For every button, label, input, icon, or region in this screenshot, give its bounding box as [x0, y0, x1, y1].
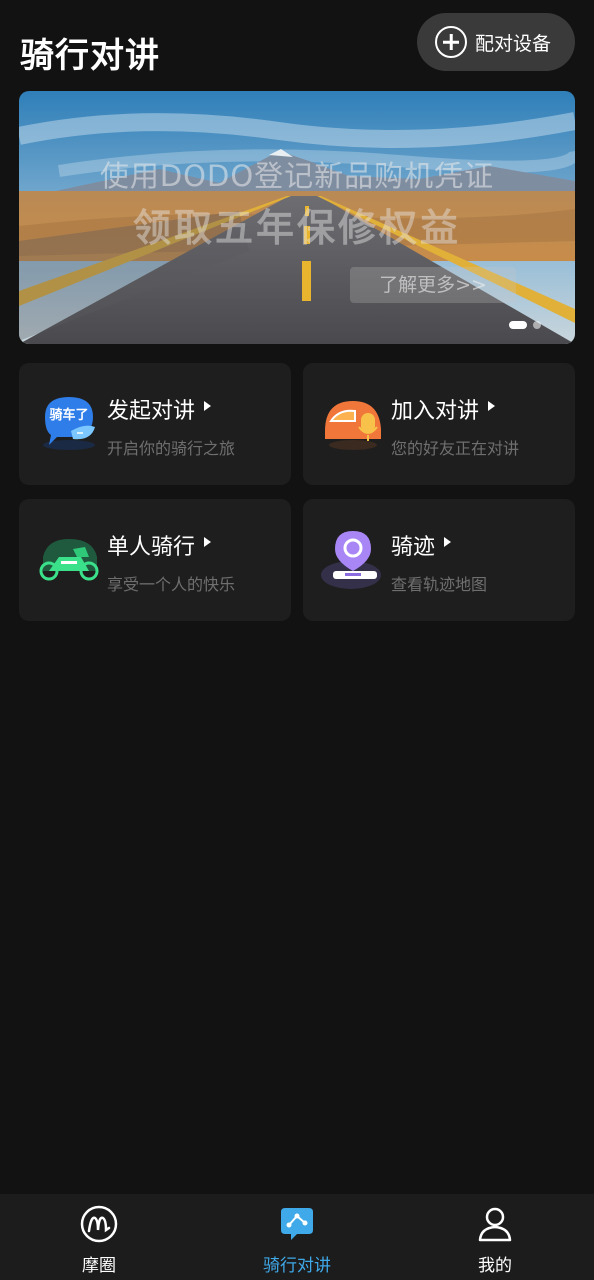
carousel-dot: [533, 321, 541, 329]
person-icon: [478, 1207, 512, 1242]
mo-circle-icon: [80, 1205, 118, 1243]
promo-banner[interactable]: 使用DODO登记新品购机凭证 领取五年保修权益 了解更多>>: [19, 91, 575, 344]
card-subtitle: 您的好友正在对讲: [391, 439, 520, 458]
card-title: 发起对讲: [107, 393, 212, 425]
add-circle-icon: [435, 26, 467, 58]
helmet-mic-icon: [325, 401, 381, 450]
card-ride-track[interactable]: 骑迹 查看轨迹地图: [303, 499, 575, 621]
carousel-dot-active: [509, 321, 527, 329]
page-title: 骑行对讲: [20, 36, 160, 76]
card-join-intercom[interactable]: 加入对讲 您的好友正在对讲: [303, 363, 575, 485]
svg-text:骑车了: 骑车了: [49, 407, 88, 423]
motorcycle-icon: [39, 539, 99, 581]
card-title: 单人骑行: [107, 529, 212, 561]
card-start-intercom[interactable]: 骑车了 发起对讲 开启你的骑行之旅: [19, 363, 291, 485]
bottom-tab-bar: 摩圈 骑行对讲 我的: [0, 1194, 594, 1280]
card-subtitle: 开启你的骑行之旅: [107, 439, 236, 458]
card-subtitle: 享受一个人的快乐: [107, 575, 236, 594]
carousel-indicator: [509, 321, 541, 329]
intercom-icon: [281, 1208, 313, 1240]
banner-subheadline: 领取五年保修权益: [132, 206, 461, 250]
map-pin-icon: [321, 531, 381, 589]
header: 骑行对讲 配对设备: [0, 0, 594, 90]
card-subtitle: 查看轨迹地图: [391, 575, 488, 594]
tab-label: 骑行对讲: [263, 1256, 331, 1276]
tab-mo-circle[interactable]: 摩圈: [0, 1194, 198, 1280]
learn-more-button[interactable]: 了解更多>>: [350, 267, 516, 303]
pair-device-label: 配对设备: [475, 32, 552, 55]
triangle-right-icon: [444, 537, 452, 547]
triangle-right-icon: [204, 537, 212, 547]
card-solo-ride[interactable]: 单人骑行 享受一个人的快乐: [19, 499, 291, 621]
triangle-right-icon: [204, 401, 212, 411]
tab-me[interactable]: 我的: [396, 1194, 594, 1280]
pair-device-button[interactable]: 配对设备: [417, 13, 575, 71]
card-title: 骑迹: [391, 529, 452, 561]
tab-label: 我的: [478, 1256, 512, 1276]
chat-bubble-icon: 骑车了: [43, 397, 95, 450]
tab-intercom[interactable]: 骑行对讲: [198, 1194, 396, 1280]
triangle-right-icon: [488, 401, 496, 411]
banner-headline: 使用DODO登记新品购机凭证: [99, 159, 495, 193]
tab-label: 摩圈: [82, 1256, 116, 1276]
card-title: 加入对讲: [391, 393, 496, 425]
